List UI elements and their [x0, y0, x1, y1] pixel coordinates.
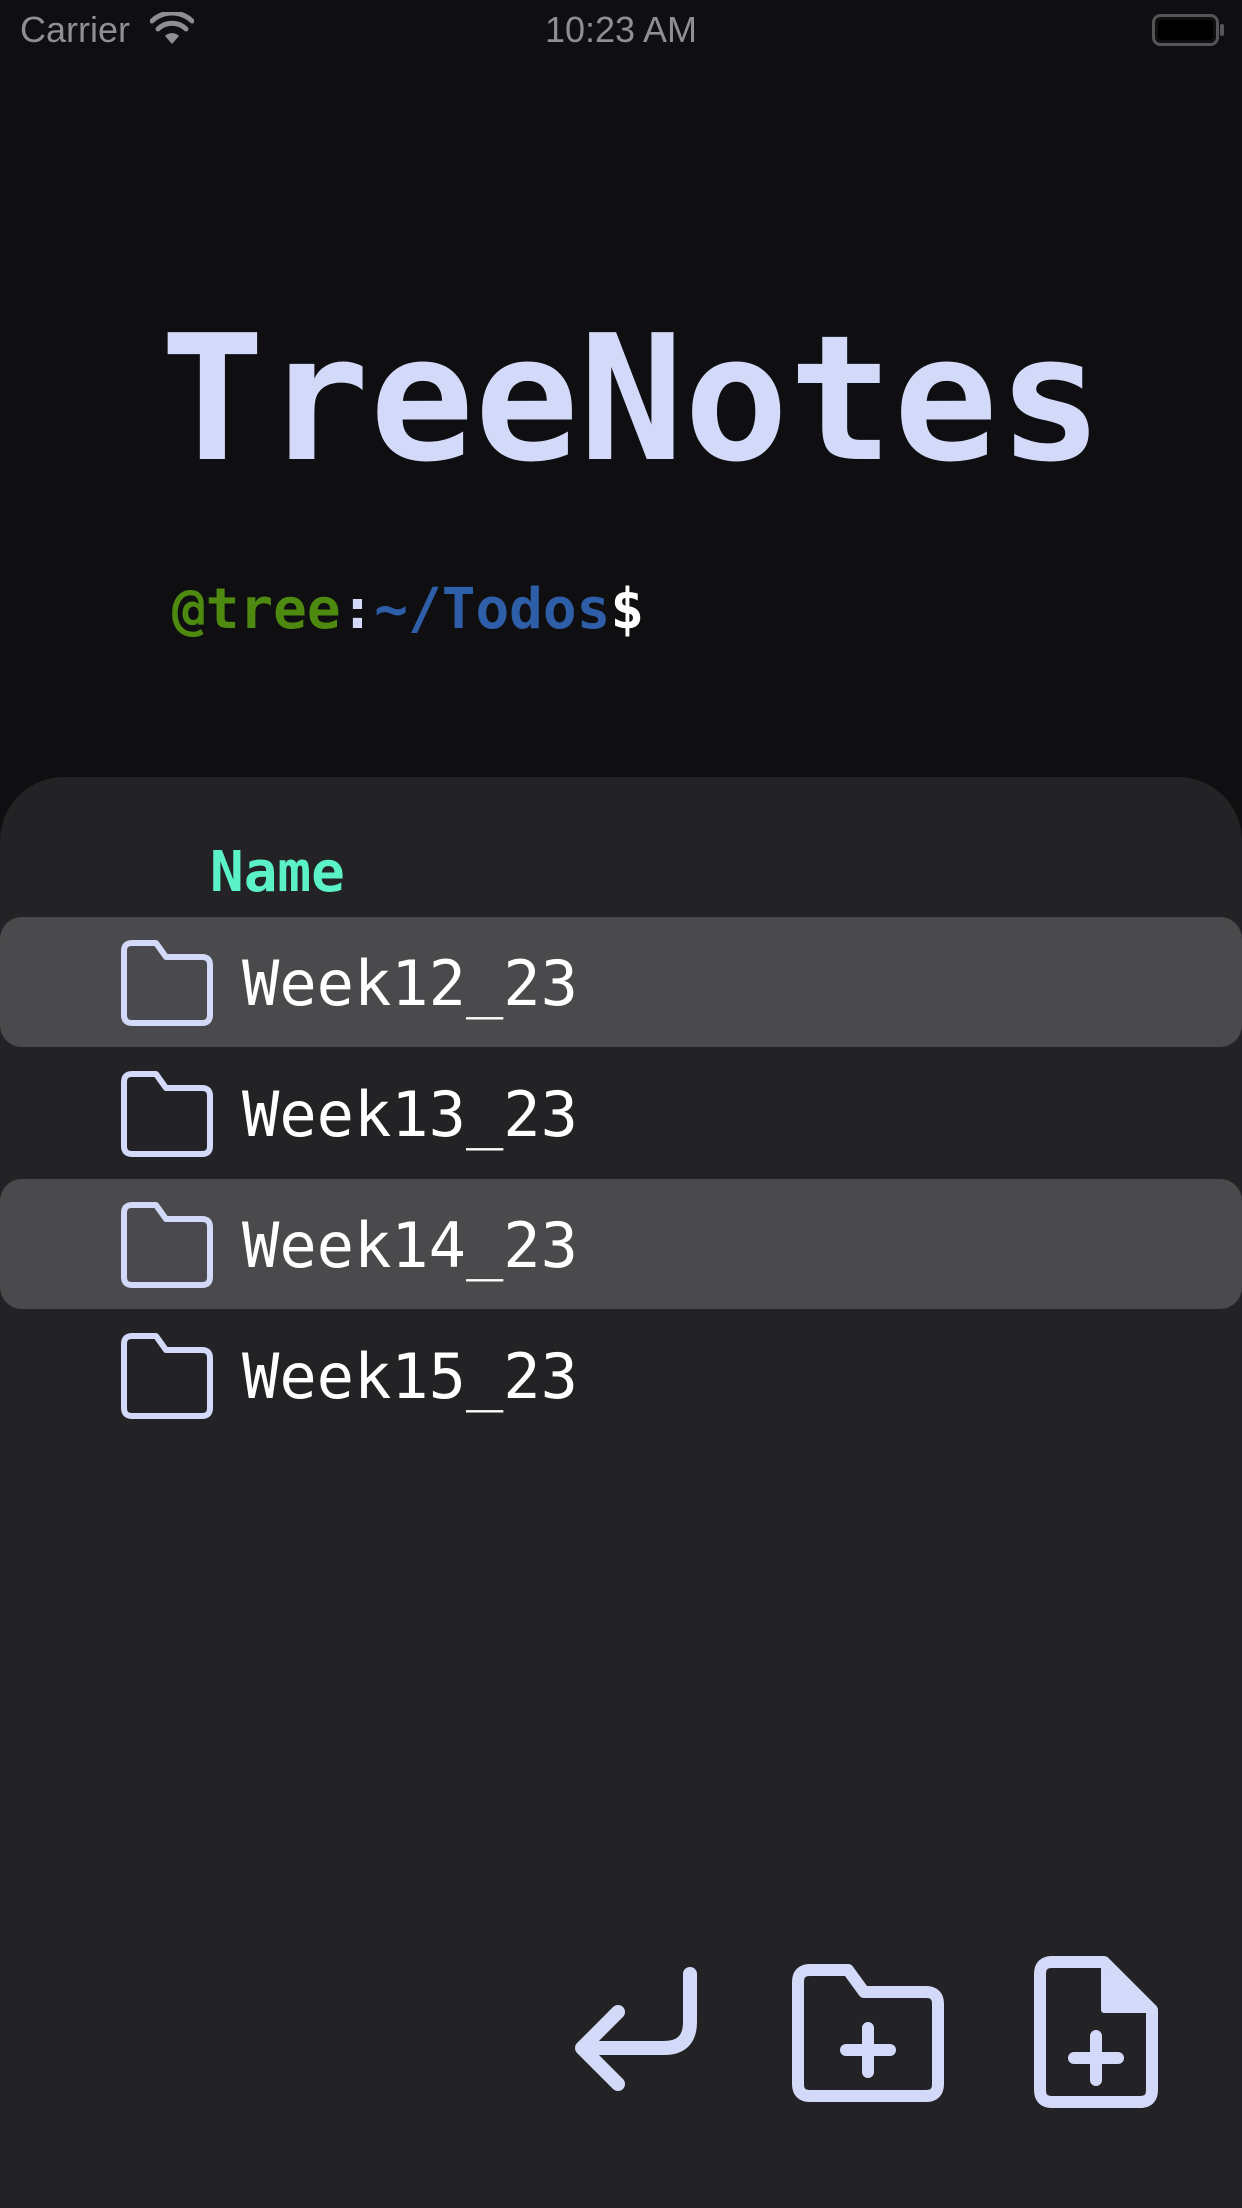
folder-icon — [114, 1201, 214, 1293]
prompt-dollar: $ — [610, 577, 645, 642]
list-item-label: Week12_23 — [242, 947, 578, 1020]
list-item[interactable]: Week13_23 — [0, 1048, 1242, 1178]
column-header-name[interactable]: Name — [210, 837, 345, 909]
list-item[interactable]: Week15_23 — [0, 1310, 1242, 1440]
prompt-separator: : — [340, 577, 375, 642]
prompt-user: @tree — [172, 577, 341, 642]
folder-icon — [114, 939, 214, 1031]
list-item[interactable]: Week12_23 — [0, 917, 1242, 1047]
file-plus-icon — [1032, 1956, 1160, 2114]
app-title: TreeNotes — [160, 298, 1103, 501]
list-item-label: Week13_23 — [242, 1078, 578, 1151]
folder-plus-icon — [790, 1964, 946, 2108]
path-prompt: @tree:~/Todos$ — [172, 574, 644, 646]
new-file-button[interactable] — [1032, 1954, 1160, 2114]
list-item[interactable]: Week14_23 — [0, 1179, 1242, 1309]
status-time: 10:23 AM — [544, 9, 698, 50]
battery-icon — [1152, 14, 1226, 50]
return-arrow-icon — [572, 1967, 704, 2102]
folder-icon — [114, 1332, 214, 1424]
status-bar: Carrier 10:23 AM — [0, 0, 1242, 60]
prompt-path: ~/Todos — [374, 577, 611, 642]
list-item-label: Week14_23 — [242, 1209, 578, 1282]
back-button[interactable] — [572, 1966, 704, 2102]
list-item-label: Week15_23 — [242, 1340, 578, 1413]
new-folder-button[interactable] — [790, 1962, 946, 2108]
folder-icon — [114, 1070, 214, 1162]
app-screen: Carrier 10:23 AM TreeNotes @tree:~/Todos… — [0, 0, 1242, 2208]
